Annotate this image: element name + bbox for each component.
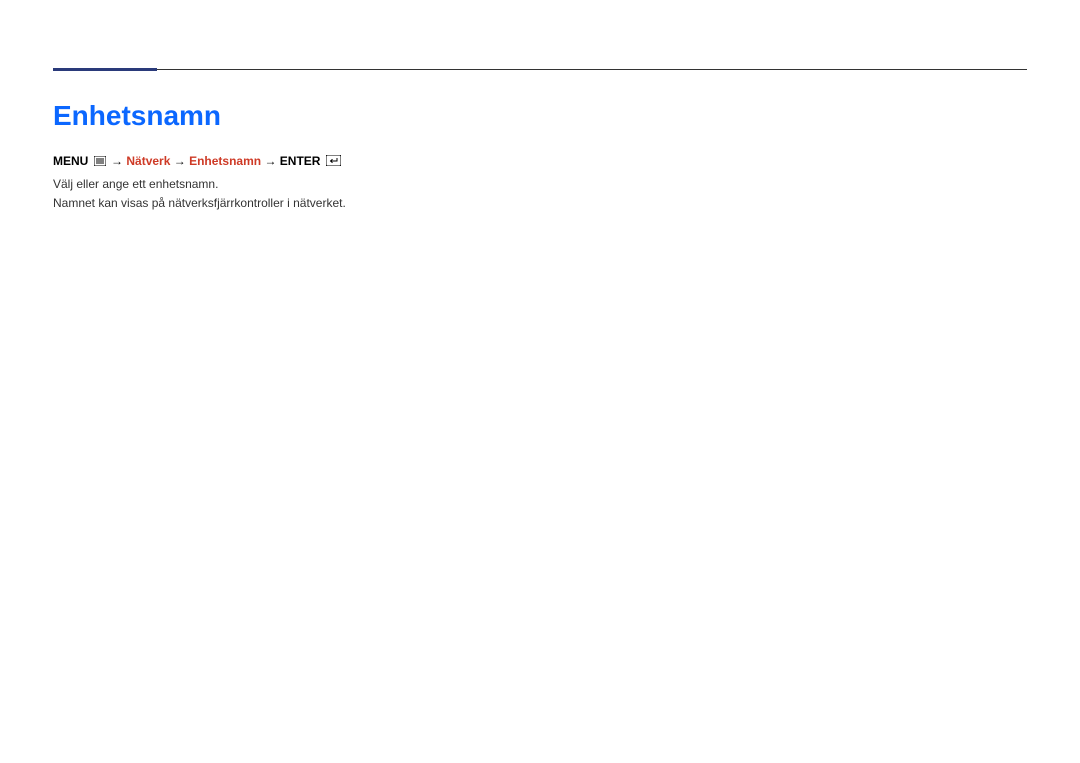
breadcrumb-path-enhetsnamn: Enhetsnamn [189,154,261,168]
breadcrumb-menu-label: MENU [53,154,88,168]
breadcrumb-path-natverk: Nätverk [126,154,170,168]
breadcrumb: MENU → Nätverk → Enhetsnamn → ENTER [53,154,341,169]
breadcrumb-arrow-1: → [111,154,123,168]
body-text-line-2: Namnet kan visas på nätverksfjärrkontrol… [53,194,346,212]
breadcrumb-arrow-3: → [264,154,276,168]
body-text-line-1: Välj eller ange ett enhetsnamn. [53,175,218,193]
header-accent-bar [53,68,157,71]
menu-icon [94,155,106,169]
header-divider [53,69,1027,70]
breadcrumb-arrow-2: → [174,154,186,168]
section-title: Enhetsnamn [53,100,221,132]
breadcrumb-enter-label: ENTER [280,154,321,168]
enter-icon [326,155,341,169]
